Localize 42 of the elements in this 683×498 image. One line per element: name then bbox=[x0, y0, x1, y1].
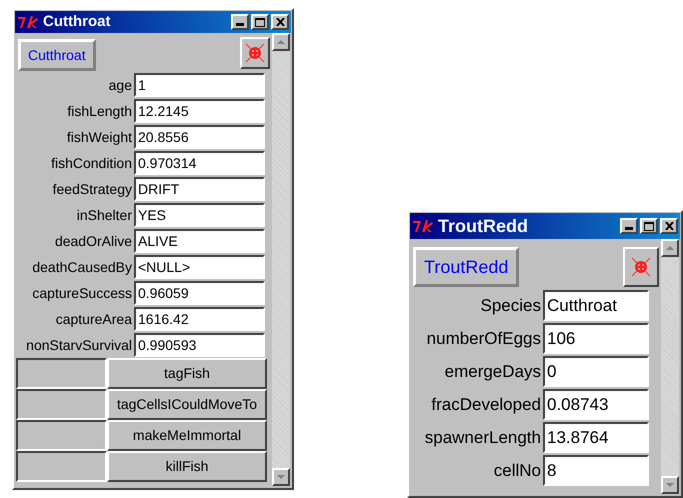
value-field[interactable]: 1616.42 bbox=[134, 307, 265, 331]
value-field[interactable]: 0.96059 bbox=[134, 281, 265, 305]
field-label: age bbox=[108, 76, 133, 95]
field-label: nonStarvSurvival bbox=[25, 336, 133, 354]
value-field[interactable]: ALIVE bbox=[134, 229, 265, 253]
value-field[interactable]: Cutthroat bbox=[543, 290, 649, 321]
value-field[interactable]: 0.08743 bbox=[543, 389, 649, 420]
action-button[interactable]: killFish bbox=[107, 451, 267, 482]
field-label: deathCausedBy bbox=[31, 258, 133, 277]
value-field[interactable]: 13.8764 bbox=[543, 422, 649, 453]
field-label: fracDeveloped bbox=[430, 394, 542, 416]
field-label: feedStrategy bbox=[52, 180, 133, 199]
value-field[interactable]: 0.990593 bbox=[134, 333, 265, 357]
field-label: fishCondition bbox=[50, 154, 133, 172]
value-field[interactable]: 0.970314 bbox=[134, 151, 265, 175]
value-field[interactable]: 12.2145 bbox=[134, 99, 265, 123]
action-button[interactable]: tagCellsICouldMoveTo bbox=[107, 389, 267, 420]
field-label: emergeDays bbox=[444, 360, 542, 383]
value-field[interactable]: 0 bbox=[543, 356, 649, 387]
field-label: numberOfEggs bbox=[426, 328, 542, 350]
action-button[interactable]: makeMeImmortal bbox=[107, 420, 267, 451]
field-label: deadOrAlive bbox=[54, 232, 133, 250]
field-label: Species bbox=[480, 294, 542, 317]
window-title: Cutthroat bbox=[43, 12, 110, 32]
window-title: TroutRedd bbox=[438, 214, 528, 238]
value-field[interactable]: 106 bbox=[543, 323, 649, 354]
field-label: captureSuccess bbox=[31, 284, 133, 303]
field-label: spawnerLength bbox=[424, 426, 542, 449]
action-button[interactable]: tagFish bbox=[107, 358, 267, 389]
value-field[interactable]: 20.8556 bbox=[134, 125, 265, 149]
field-label: inShelter bbox=[76, 206, 133, 224]
value-field[interactable]: DRIFT bbox=[134, 177, 265, 201]
value-field[interactable]: 8 bbox=[543, 455, 649, 486]
field-label: fishWeight bbox=[66, 128, 133, 147]
value-field[interactable]: 1 bbox=[134, 73, 265, 97]
field-label: fishLength bbox=[66, 102, 133, 121]
object-button[interactable]: Cutthroat bbox=[18, 39, 96, 71]
object-button[interactable]: TroutRedd bbox=[413, 247, 520, 287]
field-label: captureArea bbox=[54, 310, 133, 329]
field-label: cellNo bbox=[492, 460, 542, 482]
value-field[interactable]: <NULL> bbox=[134, 255, 265, 279]
value-field[interactable]: YES bbox=[134, 203, 265, 227]
